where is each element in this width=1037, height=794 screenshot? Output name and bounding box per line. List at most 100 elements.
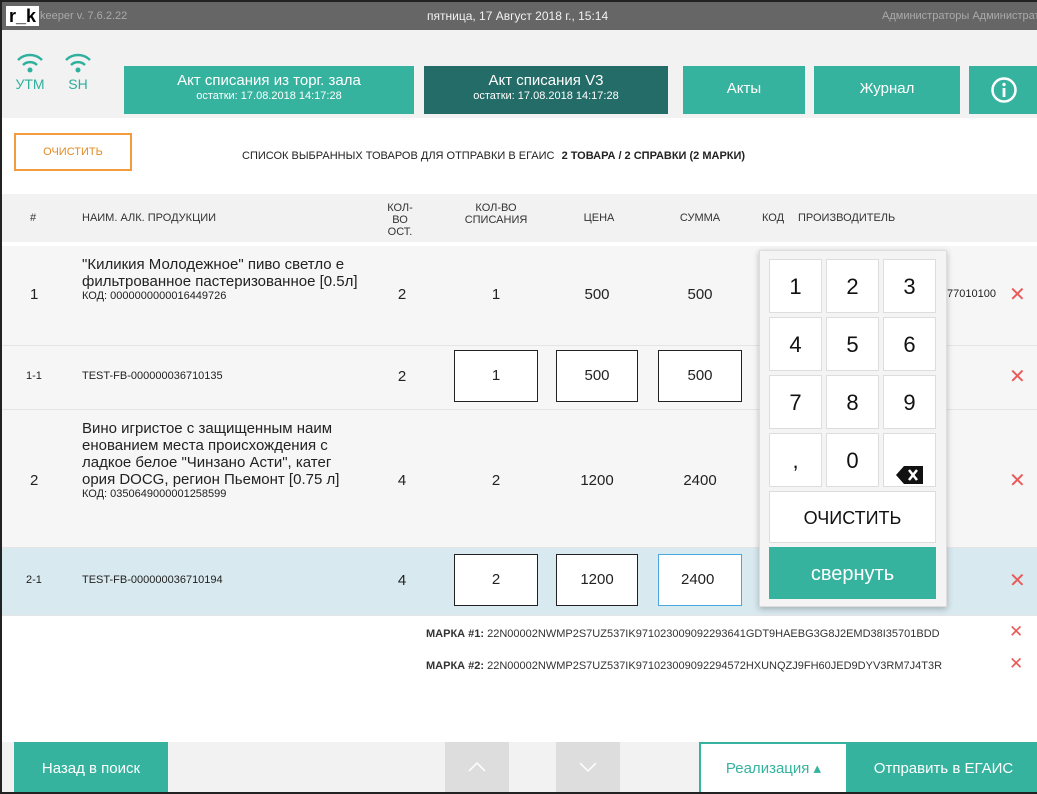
delete-icon[interactable]: ✕ [1009,364,1037,389]
key-comma[interactable]: , [769,433,822,487]
column-writeoff-line1: КОЛ-ВО [475,202,517,214]
mark-item: МАРКА #1: 22N00002NWMP2S7UZ537IK97102300… [426,628,940,640]
writeoff-qty: 2 [491,472,501,489]
price: 500 [584,286,610,303]
marks-list: МАРКА #1: 22N00002NWMP2S7UZ537IK97102300… [2,618,1037,738]
product-name-text: Вино игристое с защищенным наим енование… [82,420,340,488]
key-3[interactable]: 3 [883,259,936,313]
numeric-keypad: 1 2 3 4 5 6 7 8 9 , 0 ОЧИСТИТЬ свернуть [759,250,947,607]
act-writeoff-hall-button[interactable]: Акт списания из торг. зала остатки: 17.0… [124,66,414,114]
key-9[interactable]: 9 [883,375,936,429]
column-price: ЦЕНА [583,212,615,224]
button-title: Акт списания V3 [488,72,604,89]
mark-label: МАРКА #1: [426,628,485,640]
column-maker: ПРОИЗВОДИТЕЛЬ [798,212,896,224]
table-header: # НАИМ. АЛК. ПРОДУКЦИИ КОЛ-ВО ОСТ. КОЛ-В… [2,194,1037,242]
backspace-key[interactable] [883,433,936,487]
keypad-clear-button[interactable]: ОЧИСТИТЬ [769,491,936,543]
key-2[interactable]: 2 [826,259,879,313]
chevron-down-icon [578,760,598,777]
button-title: Акты [726,80,762,97]
clear-list-button[interactable]: ОЧИСТИТЬ [14,133,132,171]
column-stock-line1: КОЛ-ВО [387,202,413,226]
chevron-up-icon [467,760,487,777]
column-stock: КОЛ-ВО ОСТ. [380,202,420,238]
utm-label: УТМ [15,76,45,92]
delete-icon[interactable]: ✕ [1009,468,1037,493]
key-7[interactable]: 7 [769,375,822,429]
key-6[interactable]: 6 [883,317,936,371]
column-stock-line2: ОСТ. [387,226,413,238]
barcode: TEST-FB-000000036710135 [82,370,223,382]
sum: 500 [687,286,713,303]
top-toolbar: УТМ SH Акт списания из торг. зала остатк… [2,30,1037,118]
mark-value: 22N00002NWMP2S7UZ537IK971023009092294572… [487,660,943,672]
writeoff-qty: 1 [491,286,501,303]
row-number: 1-1 [26,370,42,382]
column-code: КОД [762,212,785,224]
key-0[interactable]: 0 [826,433,879,487]
column-writeoff-line2: СПИСАНИЯ [464,214,528,226]
delete-icon[interactable]: ✕ [1009,282,1037,307]
column-writeoff: КОЛ-ВО СПИСАНИЯ [456,202,536,226]
stock-qty: 2 [397,368,407,385]
writeoff-qty-input[interactable]: 2 [454,554,538,606]
selection-bar: ОЧИСТИТЬ СПИСОК ВЫБРАННЫХ ТОВАРОВ ДЛЯ ОТ… [2,118,1037,194]
price-input[interactable]: 1200 [556,554,638,606]
back-to-search-button[interactable]: Назад в поиск [14,742,168,792]
key-1[interactable]: 1 [769,259,822,313]
info-icon [969,66,1037,109]
app-window: r_k keeper v. 7.6.2.22 пятница, 17 Авгус… [0,0,1037,794]
send-to-egais-button[interactable]: Отправить в ЕГАИС [848,742,1037,792]
stock-qty: 2 [397,286,407,303]
wifi-icon [12,52,48,74]
bottom-bar: Назад в поиск Реализация ▴ Отправить в Е… [2,742,1037,792]
list-summary: 2 ТОВАРА / 2 СПРАВКИ (2 МАРКИ) [561,150,746,162]
button-subtitle: остатки: 17.08.2018 14:17:28 [473,90,619,102]
product-name: "Киликия Молодежное" пиво светло е фильт… [82,256,367,303]
scroll-up-button[interactable] [445,742,509,792]
button-title: Акт списания из торг. зала [177,72,361,89]
row-number: 2-1 [26,574,42,586]
keypad-collapse-button[interactable]: свернуть [769,547,936,599]
acts-button[interactable]: Акты [683,66,805,114]
info-button[interactable] [969,66,1037,114]
button-title: Журнал [859,80,915,97]
sum: 2400 [683,472,717,489]
column-name: НАИМ. АЛК. ПРОДУКЦИИ [82,212,217,224]
user-label: Администраторы Администрат [882,10,1037,22]
realization-dropdown[interactable]: Реализация ▴ [699,742,848,792]
row-number: 1 [30,286,39,303]
version-label: keeper v. 7.6.2.22 [40,10,128,22]
delete-icon[interactable]: ✕ [1009,622,1037,642]
key-8[interactable]: 8 [826,375,879,429]
delete-icon[interactable]: ✕ [1009,568,1037,593]
stock-qty: 4 [397,472,407,489]
sh-status: SH [60,52,96,92]
datetime-label: пятница, 17 Август 2018 г., 15:14 [427,9,609,23]
mark-item: МАРКА #2: 22N00002NWMP2S7UZ537IK97102300… [426,660,942,672]
product-code: КОД: 0000000000016449726 [82,290,227,302]
mark-value: 22N00002NWMP2S7UZ537IK971023009092293641… [487,628,940,640]
sum-input-focused[interactable]: 2400 [658,554,742,606]
sh-label: SH [68,76,88,92]
delete-icon[interactable]: ✕ [1009,654,1037,674]
button-subtitle: остатки: 17.08.2018 14:17:28 [196,90,342,102]
utm-status: УТМ [12,52,48,92]
list-title-text: СПИСОК ВЫБРАННЫХ ТОВАРОВ ДЛЯ ОТПРАВКИ В … [242,150,555,162]
journal-button[interactable]: Журнал [814,66,960,114]
title-bar: r_k keeper v. 7.6.2.22 пятница, 17 Авгус… [2,2,1037,30]
act-writeoff-v3-button[interactable]: Акт списания V3 остатки: 17.08.2018 14:1… [424,66,668,114]
product-name-text: "Киликия Молодежное" пиво светло е фильт… [82,256,358,290]
wifi-icon [60,52,96,74]
sum-input[interactable]: 500 [658,350,742,402]
key-5[interactable]: 5 [826,317,879,371]
price-input[interactable]: 500 [556,350,638,402]
column-sum: СУММА [679,212,721,224]
writeoff-qty-input[interactable]: 1 [454,350,538,402]
product-name: Вино игристое с защищенным наим енование… [82,420,367,501]
scroll-down-button[interactable] [556,742,620,792]
price: 1200 [580,472,614,489]
barcode: TEST-FB-000000036710194 [82,574,223,586]
key-4[interactable]: 4 [769,317,822,371]
